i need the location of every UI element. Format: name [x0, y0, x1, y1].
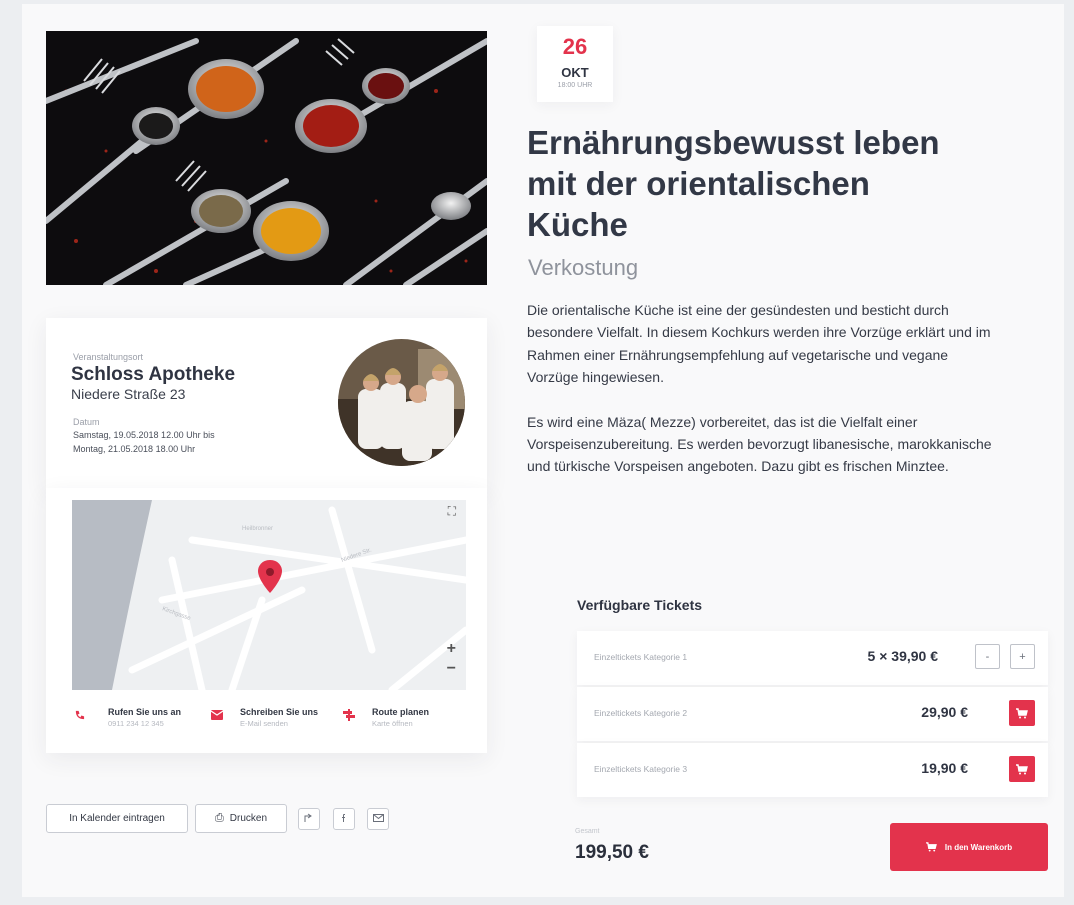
- event-description: Die orientalische Küche ist eine der ges…: [527, 299, 997, 478]
- venue-street: Niedere Straße 23: [71, 386, 186, 402]
- share-icon: [304, 813, 314, 826]
- ticket-row: Einzeltickets Kategorie 3 19,90 €: [577, 743, 1048, 797]
- share-button[interactable]: [298, 808, 320, 830]
- ticket-row: Einzeltickets Kategorie 1 5 × 39,90 € - …: [577, 631, 1048, 685]
- route-subtitle: Karte öffnen: [372, 719, 413, 728]
- tickets-heading: Verfügbare Tickets: [577, 597, 703, 613]
- ticket-row: Einzeltickets Kategorie 2 29,90 €: [577, 687, 1048, 741]
- venue-card: Veranstaltungsort Schloss Apotheke Niede…: [46, 318, 487, 490]
- print-button[interactable]: ⎙ Drucken: [195, 804, 287, 833]
- team-photo: [338, 339, 465, 466]
- venue-label: Veranstaltungsort: [73, 352, 144, 362]
- event-date-badge: 26 OKT 18:00 UHR: [537, 26, 613, 102]
- call-contact[interactable]: Rufen Sie uns an 0911 234 12 345: [72, 704, 202, 738]
- venue-name: Schloss Apotheke: [71, 364, 236, 385]
- event-month: OKT: [561, 65, 589, 80]
- ticket-name: Einzeltickets Kategorie 2: [594, 708, 688, 718]
- event-subtitle: Verkostung: [528, 255, 639, 280]
- date-label: Datum: [73, 417, 100, 427]
- ticket-name: Einzeltickets Kategorie 3: [594, 764, 688, 774]
- phone-icon: [72, 708, 86, 722]
- description-paragraph: Die orientalische Küche ist eine der ges…: [527, 302, 991, 386]
- cart-icon: [1016, 763, 1028, 774]
- ticket-name: Einzeltickets Kategorie 1: [594, 652, 688, 662]
- cart-icon: [925, 842, 937, 852]
- ticket-price: 29,90 €: [921, 704, 968, 720]
- add-to-basket-label: In den Warenkorb: [944, 842, 1013, 852]
- route-title: Route planen: [372, 707, 430, 717]
- date-range-start: Samstag, 19.05.2018 12.00 Uhr bis: [73, 430, 215, 440]
- add-to-basket-button[interactable]: In den Warenkorb: [890, 823, 1048, 871]
- route-icon: [342, 708, 356, 722]
- map-zoom-in-button[interactable]: +: [447, 640, 456, 658]
- mail-title: Schreiben Sie uns: [240, 707, 319, 717]
- call-subtitle: 0911 234 12 345: [108, 719, 164, 728]
- envelope-icon: [372, 813, 384, 825]
- cart-icon: [1016, 707, 1028, 718]
- mail-contact[interactable]: Schreiben Sie uns E-Mail senden: [210, 704, 340, 738]
- ticket-price: 19,90 €: [921, 760, 968, 776]
- call-title: Rufen Sie uns an: [108, 707, 182, 717]
- event-time: 18:00 UHR: [557, 82, 593, 89]
- ticket-price: 5 × 39,90 €: [867, 648, 938, 664]
- facebook-icon: [340, 813, 348, 826]
- location-map[interactable]: Heilbronner Niedere Str. Kirchgasse ⛶ + …: [72, 500, 466, 690]
- description-paragraph: Es wird eine Mäza( Mezze) vorbereitet, d…: [527, 413, 992, 475]
- mail-icon: [210, 708, 224, 722]
- event-title: Ernährungsbewusst leben mit der oriental…: [527, 124, 940, 243]
- route-contact[interactable]: Route planen Karte öffnen: [342, 704, 466, 738]
- add-to-calendar-button[interactable]: In Kalender eintragen: [46, 804, 188, 833]
- date-range-end: Montag, 21.05.2018 18.00 Uhr: [73, 444, 196, 454]
- map-card: Heilbronner Niedere Str. Kirchgasse ⛶ + …: [46, 488, 487, 753]
- increase-quantity-button[interactable]: +: [1010, 644, 1035, 669]
- map-zoom-out-button[interactable]: −: [447, 660, 456, 678]
- total-label: Gesamt: [575, 828, 600, 835]
- print-label: Drucken: [229, 813, 268, 824]
- add-ticket-to-cart-button[interactable]: [1009, 756, 1035, 782]
- facebook-button[interactable]: [333, 808, 355, 830]
- spices-cutlery-illustration: [46, 31, 487, 285]
- add-to-calendar-label: In Kalender eintragen: [69, 813, 165, 824]
- svg-text:Heilbronner: Heilbronner: [242, 526, 273, 532]
- email-share-button[interactable]: [367, 808, 389, 830]
- event-day: 26: [562, 34, 588, 59]
- add-ticket-to-cart-button[interactable]: [1009, 700, 1035, 726]
- print-icon: ⎙: [214, 812, 224, 824]
- decrease-quantity-button[interactable]: -: [975, 644, 1000, 669]
- map-fullscreen-button[interactable]: ⛶: [448, 504, 456, 519]
- hero-image: [46, 31, 487, 285]
- total-value: 199,50 €: [575, 842, 649, 863]
- mail-subtitle: E-Mail senden: [240, 719, 288, 728]
- contact-bar: Rufen Sie uns an 0911 234 12 345 Schreib…: [72, 704, 466, 738]
